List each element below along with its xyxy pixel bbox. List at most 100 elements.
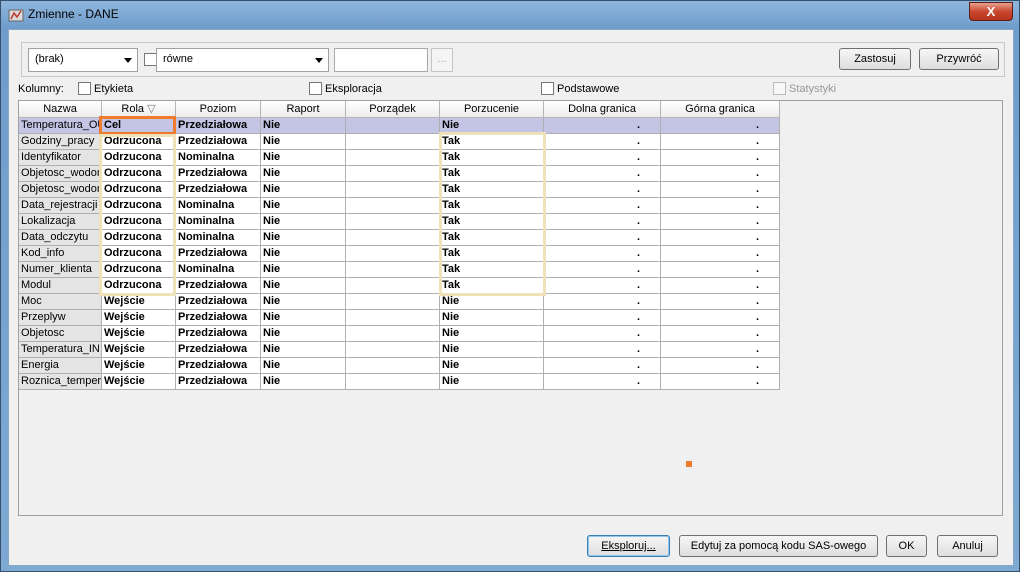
cell-upper-bound[interactable]: . xyxy=(661,310,780,326)
cell-report[interactable]: Nie xyxy=(261,118,346,134)
cell-role[interactable]: Odrzucona xyxy=(102,182,176,198)
cell-report[interactable]: Nie xyxy=(261,310,346,326)
cell-level[interactable]: Przedziałowa xyxy=(176,118,261,134)
cell-name[interactable]: Kod_info xyxy=(19,246,102,262)
cell-upper-bound[interactable]: . xyxy=(661,134,780,150)
cell-drop[interactable]: Tak xyxy=(440,230,544,246)
filter-value-input[interactable] xyxy=(334,48,428,72)
cell-role[interactable]: Cel xyxy=(102,118,176,134)
cell-role[interactable]: Wejście xyxy=(102,342,176,358)
cell-level[interactable]: Przedziałowa xyxy=(176,294,261,310)
cell-report[interactable]: Nie xyxy=(261,342,346,358)
cell-report[interactable]: Nie xyxy=(261,198,346,214)
label-column-checkbox[interactable] xyxy=(78,82,91,95)
cell-report[interactable]: Nie xyxy=(261,374,346,390)
cell-level[interactable]: Przedziałowa xyxy=(176,374,261,390)
cell-lower-bound[interactable]: . xyxy=(544,358,661,374)
cell-role[interactable]: Odrzucona xyxy=(102,230,176,246)
cell-upper-bound[interactable]: . xyxy=(661,326,780,342)
cell-upper-bound[interactable]: . xyxy=(661,230,780,246)
cell-role[interactable]: Odrzucona xyxy=(102,198,176,214)
cell-lower-bound[interactable]: . xyxy=(544,134,661,150)
cell-order[interactable] xyxy=(346,166,440,182)
apply-button[interactable]: Zastosuj xyxy=(839,48,911,70)
cell-order[interactable] xyxy=(346,134,440,150)
cell-drop[interactable]: Tak xyxy=(440,166,544,182)
cell-level[interactable]: Przedziałowa xyxy=(176,342,261,358)
operator-select[interactable]: równe xyxy=(156,48,329,72)
cell-lower-bound[interactable]: . xyxy=(544,342,661,358)
cell-drop[interactable]: Nie xyxy=(440,294,544,310)
column-header-lower-bound[interactable]: Dolna granica xyxy=(544,101,661,118)
cell-level[interactable]: Nominalna xyxy=(176,230,261,246)
cell-role[interactable]: Wejście xyxy=(102,358,176,374)
cell-upper-bound[interactable]: . xyxy=(661,262,780,278)
cell-upper-bound[interactable]: . xyxy=(661,166,780,182)
cell-upper-bound[interactable]: . xyxy=(661,118,780,134)
edit-sas-code-button[interactable]: Edytuj za pomocą kodu SAS-owego xyxy=(679,535,878,557)
cell-drop[interactable]: Tak xyxy=(440,262,544,278)
cell-upper-bound[interactable]: . xyxy=(661,278,780,294)
cell-drop[interactable]: Tak xyxy=(440,134,544,150)
cell-level[interactable]: Przedziałowa xyxy=(176,326,261,342)
cell-upper-bound[interactable]: . xyxy=(661,358,780,374)
cell-name[interactable]: Temperatura_IN xyxy=(19,342,102,358)
cell-level[interactable]: Przedziałowa xyxy=(176,166,261,182)
cell-level[interactable]: Przedziałowa xyxy=(176,278,261,294)
cell-drop[interactable]: Tak xyxy=(440,150,544,166)
cell-name[interactable]: Numer_klienta xyxy=(19,262,102,278)
cell-role[interactable]: Odrzucona xyxy=(102,246,176,262)
cell-report[interactable]: Nie xyxy=(261,150,346,166)
ellipsis-button[interactable]: ... xyxy=(431,48,453,72)
cell-order[interactable] xyxy=(346,230,440,246)
basic-column-checkbox[interactable] xyxy=(541,82,554,95)
column-header-order[interactable]: Porządek xyxy=(346,101,440,118)
cell-name[interactable]: Roznica_temperatur xyxy=(19,374,102,390)
cell-name[interactable]: Data_rejestracji xyxy=(19,198,102,214)
cell-lower-bound[interactable]: . xyxy=(544,214,661,230)
cell-name[interactable]: Energia xyxy=(19,358,102,374)
cell-report[interactable]: Nie xyxy=(261,166,346,182)
cell-upper-bound[interactable]: . xyxy=(661,342,780,358)
cell-level[interactable]: Przedziałowa xyxy=(176,358,261,374)
cell-level[interactable]: Nominalna xyxy=(176,262,261,278)
cell-lower-bound[interactable]: . xyxy=(544,118,661,134)
cell-lower-bound[interactable]: . xyxy=(544,166,661,182)
statistics-column-checkbox[interactable] xyxy=(773,82,786,95)
cell-drop[interactable]: Nie xyxy=(440,342,544,358)
cell-upper-bound[interactable]: . xyxy=(661,246,780,262)
cell-lower-bound[interactable]: . xyxy=(544,310,661,326)
cell-role[interactable]: Odrzucona xyxy=(102,214,176,230)
cell-report[interactable]: Nie xyxy=(261,134,346,150)
cell-name[interactable]: Objetosc_wodoru xyxy=(19,166,102,182)
cell-upper-bound[interactable]: . xyxy=(661,294,780,310)
cell-name[interactable]: Temperatura_OUT xyxy=(19,118,102,134)
cell-drop[interactable]: Tak xyxy=(440,214,544,230)
cell-name[interactable]: Lokalizacja xyxy=(19,214,102,230)
cell-report[interactable]: Nie xyxy=(261,278,346,294)
cell-report[interactable]: Nie xyxy=(261,326,346,342)
cell-lower-bound[interactable]: . xyxy=(544,182,661,198)
cell-order[interactable] xyxy=(346,150,440,166)
ok-button[interactable]: OK xyxy=(886,535,927,557)
cell-order[interactable] xyxy=(346,294,440,310)
cell-role[interactable]: Wejście xyxy=(102,374,176,390)
cell-report[interactable]: Nie xyxy=(261,214,346,230)
cell-report[interactable]: Nie xyxy=(261,182,346,198)
cell-drop[interactable]: Tak xyxy=(440,246,544,262)
cell-role[interactable]: Odrzucona xyxy=(102,134,176,150)
column-header-upper-bound[interactable]: Górna granica xyxy=(661,101,780,118)
cell-level[interactable]: Nominalna xyxy=(176,214,261,230)
cell-upper-bound[interactable]: . xyxy=(661,198,780,214)
column-header-report[interactable]: Raport xyxy=(261,101,346,118)
cell-role[interactable]: Odrzucona xyxy=(102,278,176,294)
cancel-button[interactable]: Anuluj xyxy=(937,535,998,557)
cell-drop[interactable]: Nie xyxy=(440,374,544,390)
column-header-level[interactable]: Poziom xyxy=(176,101,261,118)
cell-name[interactable]: Identyfikator xyxy=(19,150,102,166)
cell-order[interactable] xyxy=(346,262,440,278)
cell-level[interactable]: Przedziałowa xyxy=(176,310,261,326)
cell-order[interactable] xyxy=(346,198,440,214)
cell-drop[interactable]: Tak xyxy=(440,198,544,214)
cell-drop[interactable]: Nie xyxy=(440,326,544,342)
